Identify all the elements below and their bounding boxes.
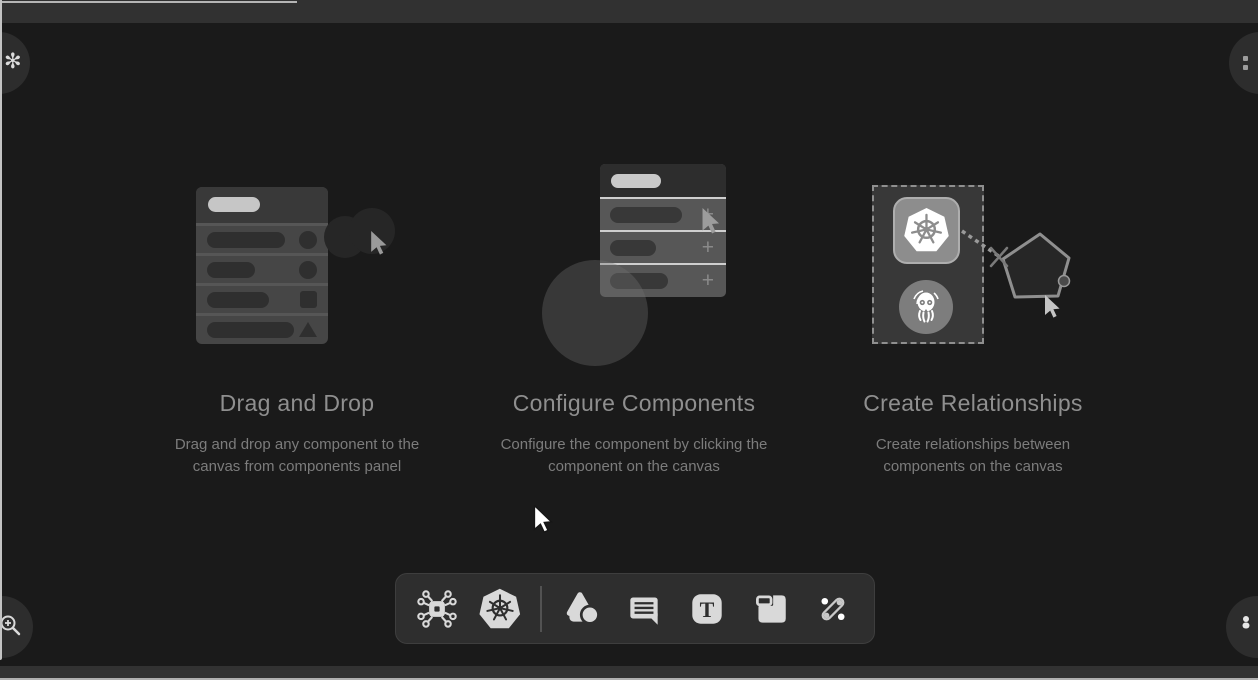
card-description: Drag and drop any component to the canva… <box>163 434 431 478</box>
svg-text:T: T <box>700 596 715 621</box>
top-bar <box>0 0 1258 23</box>
component-circle-shape <box>299 231 317 249</box>
create-relationships-illustration <box>803 160 1143 390</box>
magnifier-plus-icon <box>0 613 24 639</box>
comment-icon <box>623 588 665 630</box>
plus-icon: + <box>702 270 714 291</box>
card-description: Configure the component by clicking the … <box>484 434 784 478</box>
relationship-link-tool[interactable] <box>810 586 856 632</box>
card-title: Configure Components <box>464 390 804 417</box>
right-panel-button[interactable] <box>1229 32 1258 94</box>
left-edge-line <box>0 0 2 660</box>
shapes-icon <box>561 588 603 630</box>
comment-tool[interactable] <box>621 586 667 632</box>
card-description: Create relationships between components … <box>866 434 1080 478</box>
top-progress-line <box>0 1 297 3</box>
mouse-cursor <box>533 505 553 533</box>
save-note-icon <box>749 588 791 630</box>
component-chip-tool[interactable] <box>414 586 460 632</box>
toolbar-divider <box>540 586 542 632</box>
canvas-toolbar: T <box>395 573 875 644</box>
save-note-tool[interactable] <box>747 586 793 632</box>
card-title: Create Relationships <box>803 390 1143 417</box>
component-chip-icon <box>416 588 458 630</box>
components-panel-graphic <box>196 187 328 344</box>
kubernetes-icon <box>902 206 952 256</box>
kubernetes-node-tile <box>893 197 960 264</box>
kubernetes-icon <box>478 587 522 631</box>
drag-cursor-icon <box>370 231 388 255</box>
highlight-ghost-circle <box>542 260 648 366</box>
settings-button[interactable] <box>1226 596 1258 658</box>
onboarding-card-drag-and-drop: Drag and Drop Drag and drop any componen… <box>127 160 467 478</box>
bottom-bar <box>0 666 1258 678</box>
flower-icon: ✻ <box>4 49 22 73</box>
component-circle-shape <box>299 261 317 279</box>
drag-and-drop-illustration <box>127 160 467 390</box>
meshery-squid-tile <box>899 280 953 334</box>
relationship-link-icon <box>812 588 854 630</box>
panel-toggle-icon <box>1243 56 1248 70</box>
text-icon: T <box>686 588 728 630</box>
card-title: Drag and Drop <box>127 390 467 417</box>
configure-components-illustration: + + + <box>464 160 804 390</box>
settings-icon <box>1238 614 1254 630</box>
edge-handle-dot <box>1059 276 1070 287</box>
relationship-edge-graphic <box>953 220 1103 340</box>
squid-mascot-icon <box>906 285 946 329</box>
plus-icon: + <box>702 237 714 258</box>
shapes-tool[interactable] <box>559 586 605 632</box>
panel-title-pill <box>611 174 661 188</box>
onboarding-card-configure-components: + + + Configure Components Configure the… <box>464 160 804 478</box>
panel-title-pill <box>208 197 260 212</box>
zoom-in-button[interactable] <box>0 596 33 658</box>
flower-menu-button[interactable]: ✻ <box>0 32 30 94</box>
onboarding-card-create-relationships: Create Relationships Create relationship… <box>803 160 1143 478</box>
click-cursor-icon <box>701 208 721 234</box>
component-triangle-shape <box>299 322 317 337</box>
kubernetes-tool[interactable] <box>477 586 523 632</box>
text-tool[interactable]: T <box>684 586 730 632</box>
component-square-shape <box>300 291 317 308</box>
